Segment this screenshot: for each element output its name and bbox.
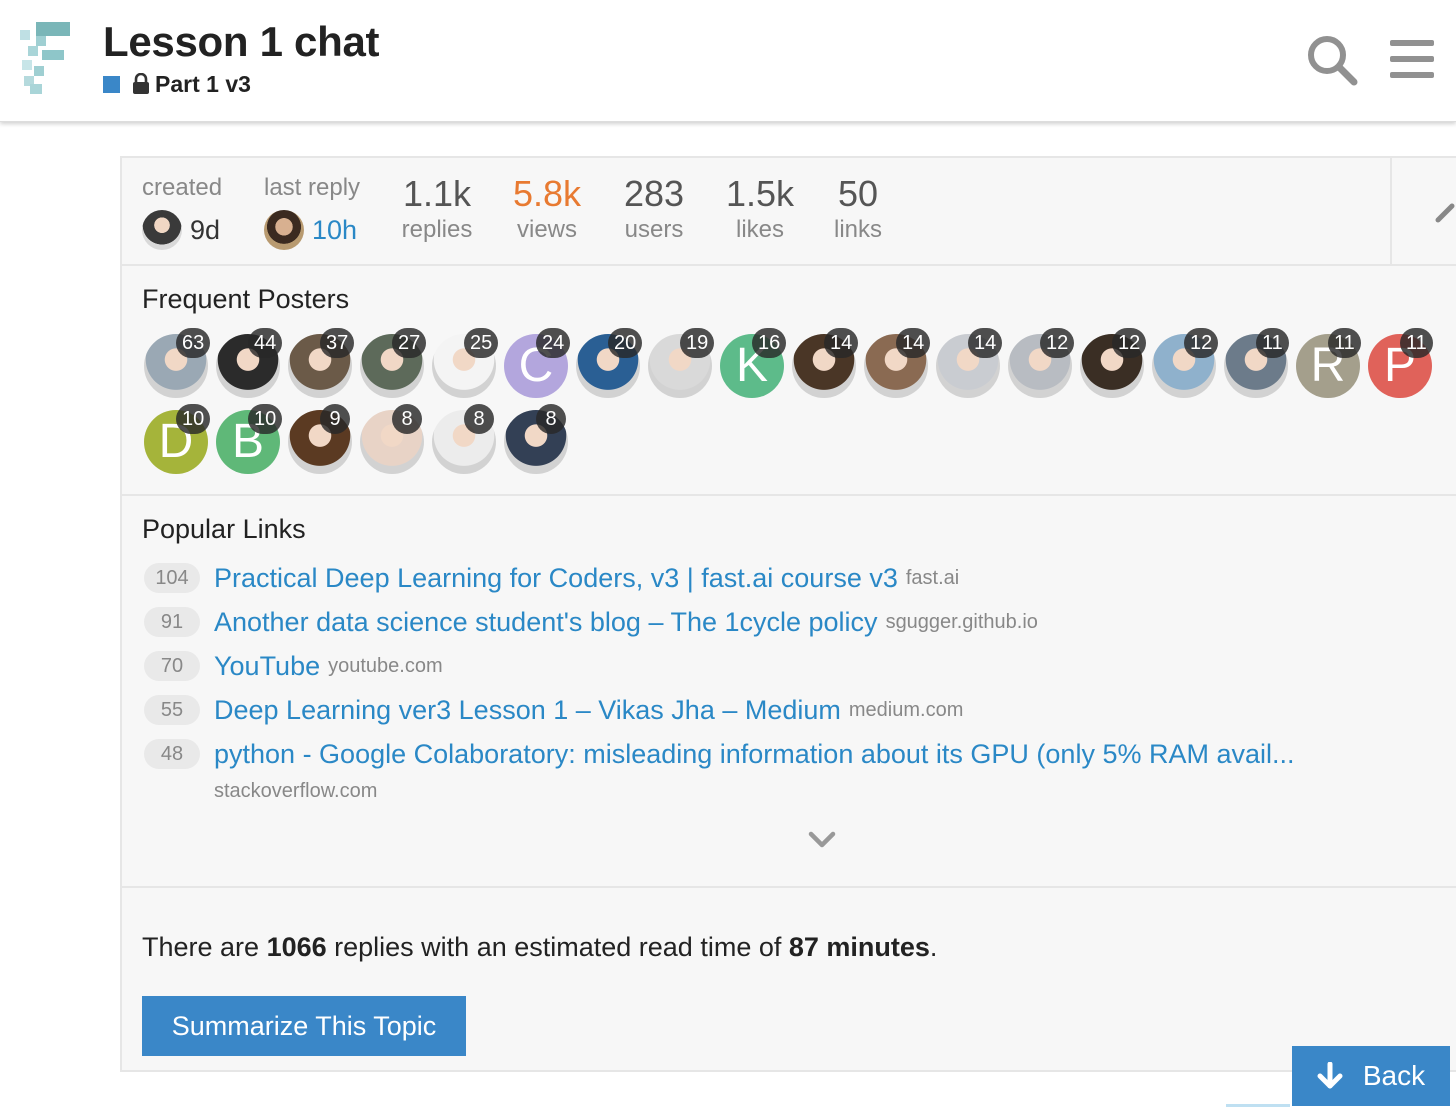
- topic-map: created 9d last reply 10h 1.1k replies 5…: [120, 156, 1456, 1072]
- post-count-badge: 14: [824, 328, 859, 358]
- creator-avatar[interactable]: [142, 210, 182, 250]
- post-count-badge: 20: [608, 328, 643, 358]
- links-label: links: [833, 216, 882, 243]
- link-row[interactable]: 91 Another data science student's blog –…: [144, 606, 1038, 638]
- chevron-down-icon[interactable]: [808, 830, 836, 850]
- post-count-badge: 27: [392, 328, 427, 358]
- chevron-up-icon[interactable]: [1434, 198, 1456, 228]
- links-stat: 50 links: [828, 172, 888, 244]
- link-row[interactable]: 104 Practical Deep Learning for Coders, …: [144, 562, 959, 594]
- popular-links: Popular Links 104 Practical Deep Learnin…: [122, 496, 1456, 888]
- created-time: 9d: [190, 215, 221, 245]
- post-count-badge: 8: [392, 404, 422, 434]
- post-count-badge: 9: [320, 404, 350, 434]
- topic-summary: There are 1066 replies with an estimated…: [122, 888, 1456, 1074]
- summary-suffix: .: [929, 932, 938, 962]
- last-reply-time[interactable]: 10h: [312, 213, 357, 247]
- arrow-down-icon: [1317, 1062, 1343, 1089]
- search-icon[interactable]: [1306, 34, 1358, 86]
- links-count: 50: [837, 173, 879, 214]
- last-reply-label: last reply: [264, 174, 361, 201]
- link-row[interactable]: 48 python - Google Colaboratory: mislead…: [144, 738, 1295, 770]
- frequent-posters-title: Frequent Posters: [142, 284, 350, 314]
- post-count-badge: 10: [248, 404, 283, 434]
- post-count-badge: 24: [536, 328, 571, 358]
- category-color-badge: [103, 75, 120, 93]
- topic-title[interactable]: Lesson 1 chat: [103, 18, 380, 66]
- created-label: created: [142, 174, 223, 201]
- post-count-badge: 37: [320, 328, 355, 358]
- last-replier-avatar[interactable]: [264, 210, 304, 250]
- site-header: Lesson 1 chat Part 1 v3: [0, 0, 1456, 122]
- summary-text: There are 1066 replies with an estimated…: [142, 932, 937, 963]
- link-domain: fast.ai: [905, 566, 960, 589]
- link-domain: medium.com: [848, 698, 964, 721]
- summary-reply-count: 1066: [266, 932, 327, 962]
- post-count-badge: 12: [1040, 328, 1075, 358]
- likes-stat: 1.5k likes: [722, 172, 798, 244]
- link-title[interactable]: YouTube: [214, 651, 320, 682]
- summarize-topic-button[interactable]: Summarize This Topic: [142, 996, 466, 1056]
- frequent-posters: Frequent Posters 63 44 37 27 25 C 24 20 19 K 16 14 1…: [122, 266, 1456, 496]
- popular-links-title: Popular Links: [142, 514, 306, 544]
- lock-icon: [133, 73, 149, 94]
- link-click-count: 70: [144, 651, 200, 681]
- post-count-badge: 19: [680, 328, 715, 358]
- replies-count: 1.1k: [402, 173, 472, 214]
- created-info: created 9d: [142, 172, 222, 250]
- post-count-badge: 12: [1184, 328, 1219, 358]
- progress-hint: [1226, 1104, 1290, 1107]
- likes-label: likes: [735, 216, 784, 243]
- views-count: 5.8k: [512, 173, 582, 214]
- replies-stat: 1.1k replies: [398, 172, 476, 244]
- link-domain: sgugger.github.io: [885, 610, 1038, 633]
- replies-label: replies: [401, 216, 473, 243]
- link-title[interactable]: Practical Deep Learning for Coders, v3 |…: [214, 563, 898, 594]
- likes-count: 1.5k: [725, 173, 795, 214]
- topic-map-stats[interactable]: created 9d last reply 10h 1.1k replies 5…: [122, 158, 1456, 266]
- post-count-badge: 12: [1112, 328, 1147, 358]
- post-count-badge: 25: [464, 328, 499, 358]
- link-click-count: 48: [144, 739, 200, 769]
- users-count: 283: [623, 173, 685, 214]
- link-domain: stackoverflow.com: [214, 780, 378, 802]
- link-click-count: 55: [144, 695, 200, 725]
- link-title[interactable]: python - Google Colaboratory: misleading…: [214, 739, 1295, 770]
- last-reply-info: last reply 10h: [264, 172, 360, 250]
- post-count-badge: 14: [896, 328, 931, 358]
- views-label: views: [516, 216, 577, 243]
- back-button[interactable]: Back: [1292, 1046, 1450, 1106]
- summary-prefix: There are: [142, 932, 267, 962]
- post-count-badge: 10: [176, 404, 211, 434]
- link-title[interactable]: Deep Learning ver3 Lesson 1 – Vikas Jha …: [214, 695, 841, 726]
- link-click-count: 91: [144, 607, 200, 637]
- users-stat: 283 users: [616, 172, 692, 244]
- post-count-badge: 8: [464, 404, 494, 434]
- link-domain: youtube.com: [328, 654, 443, 677]
- post-count-badge: 8: [536, 404, 566, 434]
- back-label: Back: [1362, 1060, 1426, 1091]
- category-breadcrumb[interactable]: Part 1 v3: [103, 70, 251, 98]
- post-count-badge: 16: [752, 328, 787, 358]
- post-count-badge: 44: [248, 328, 283, 358]
- post-count-badge: 11: [1400, 328, 1433, 358]
- post-count-badge: 11: [1328, 328, 1361, 358]
- summary-middle: replies with an estimated read time of: [326, 932, 789, 962]
- summary-read-time: 87 minutes: [788, 932, 930, 962]
- post-count-badge: 14: [968, 328, 1003, 358]
- post-count-badge: 63: [176, 328, 211, 358]
- users-label: users: [624, 216, 684, 243]
- post-count-badge: 11: [1256, 328, 1289, 358]
- site-logo[interactable]: [20, 22, 72, 94]
- link-row[interactable]: 70 YouTube youtube.com: [144, 650, 443, 682]
- hamburger-menu-icon[interactable]: [1388, 38, 1436, 80]
- link-title[interactable]: Another data science student's blog – Th…: [214, 607, 878, 638]
- category-name: Part 1 v3: [155, 70, 251, 97]
- views-stat: 5.8k views: [508, 172, 586, 244]
- link-row[interactable]: 55 Deep Learning ver3 Lesson 1 – Vikas J…: [144, 694, 963, 726]
- stats-divider: [1390, 158, 1392, 266]
- link-click-count: 104: [144, 563, 200, 593]
